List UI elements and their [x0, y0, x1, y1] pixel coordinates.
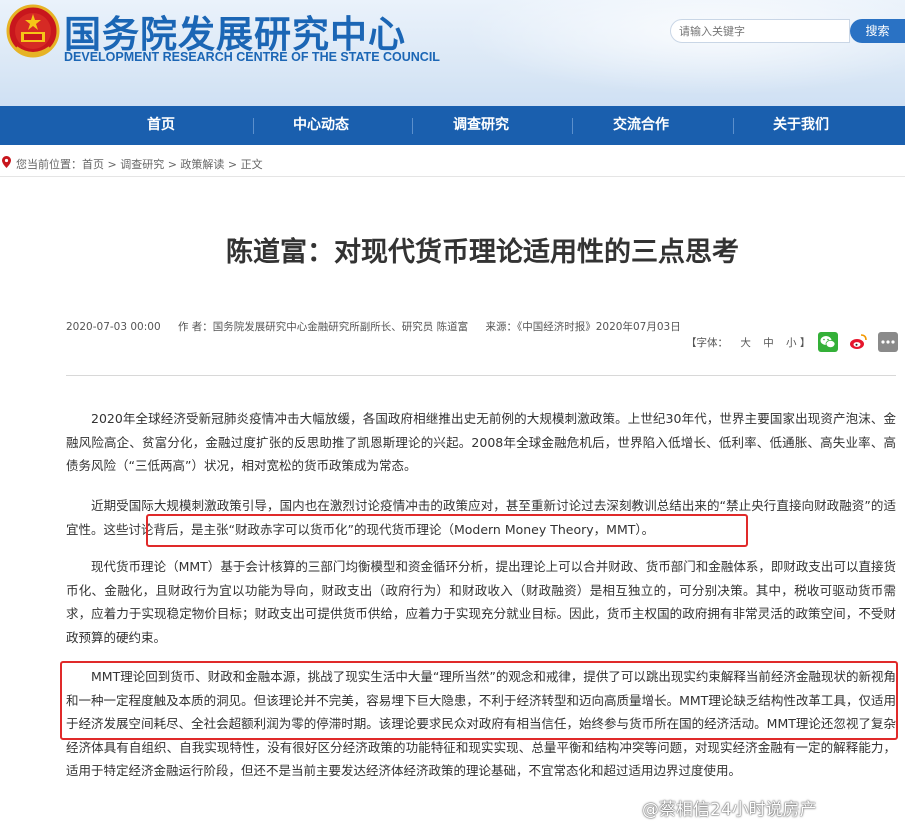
- article-paragraph: MMT理论回到货币、财政和金融本源，挑战了现实生活中大量“理所当然”的观念和戒律…: [66, 669, 896, 778]
- font-size-large[interactable]: 大: [740, 337, 751, 349]
- article-paragraph: 近期受国际大规模刺激政策引导，国内也在激烈讨论疫情冲击的政策应对，甚至重新讨论过…: [66, 498, 896, 537]
- search-input[interactable]: [671, 20, 849, 43]
- weibo-icon[interactable]: [848, 332, 868, 352]
- nav-divider: [412, 118, 413, 134]
- breadcrumb: 您当前位置：首页 > 调查研究 > 政策解读 > 正文: [0, 152, 905, 174]
- nav-divider: [733, 118, 734, 134]
- more-icon[interactable]: [878, 332, 898, 352]
- national-emblem-icon[interactable]: [6, 4, 60, 62]
- search-box: [670, 19, 850, 43]
- nav-divider: [253, 118, 254, 134]
- wechat-icon[interactable]: [818, 332, 838, 352]
- weibo-watermark: @蔡相信24小时说房产: [616, 795, 817, 820]
- location-pin-icon: [2, 156, 11, 168]
- article-author: 作 者：国务院发展研究中心金融研究所副所长、研究员 陈道富: [177, 321, 469, 333]
- article-paragraph: 2020年全球经济受新冠肺炎疫情冲击大幅放缓，各国政府相继推出史无前例的大规模刺…: [66, 411, 896, 473]
- breadcrumb-text[interactable]: 您当前位置：首页 > 调查研究 > 政策解读 > 正文: [16, 156, 263, 172]
- article-date: 2020-07-03 00:00: [66, 321, 161, 333]
- nav-item-about[interactable]: 关于我们: [750, 106, 852, 145]
- article-meta: 2020-07-03 00:00 作 者：国务院发展研究中心金融研究所副所长、研…: [66, 319, 695, 334]
- nav-item-research[interactable]: 调查研究: [430, 106, 532, 145]
- font-size-close: 】: [799, 337, 811, 349]
- nav-item-center-news[interactable]: 中心动态: [270, 106, 372, 145]
- article-title: 陈道富：对现代货币理论适用性的三点思考: [226, 237, 739, 268]
- search-button[interactable]: 搜索: [850, 19, 905, 43]
- site-subtitle: DEVELOPMENT RESEARCH CENTRE OF THE STATE…: [64, 50, 440, 64]
- main-nav: 首页 中心动态 调查研究 交流合作 关于我们: [0, 106, 905, 145]
- article-source: 来源：《中国经济时报》2020年07月03日: [485, 321, 681, 333]
- article-divider: [66, 375, 896, 376]
- weibo-logo-icon: [617, 804, 635, 817]
- watermark-text: @蔡相信24小时说房产: [642, 800, 817, 820]
- font-size-medium[interactable]: 中: [763, 337, 774, 349]
- breadcrumb-divider: [0, 176, 905, 177]
- font-size-label: 【字体：: [686, 337, 728, 349]
- nav-item-exchange[interactable]: 交流合作: [590, 106, 692, 145]
- header-background: [420, 0, 905, 106]
- article-paragraph: 现代货币理论（MMT）基于会计核算的三部门均衡模型和资金循环分析，提出理论上可以…: [66, 559, 896, 645]
- font-size-small[interactable]: 小: [786, 337, 797, 349]
- font-size-control: 【字体： 大 中 小 】: [686, 335, 810, 350]
- site-header: 国务院发展研究中心 DEVELOPMENT RESEARCH CENTRE OF…: [0, 0, 905, 106]
- nav-divider: [572, 118, 573, 134]
- nav-item-home[interactable]: 首页: [110, 106, 212, 145]
